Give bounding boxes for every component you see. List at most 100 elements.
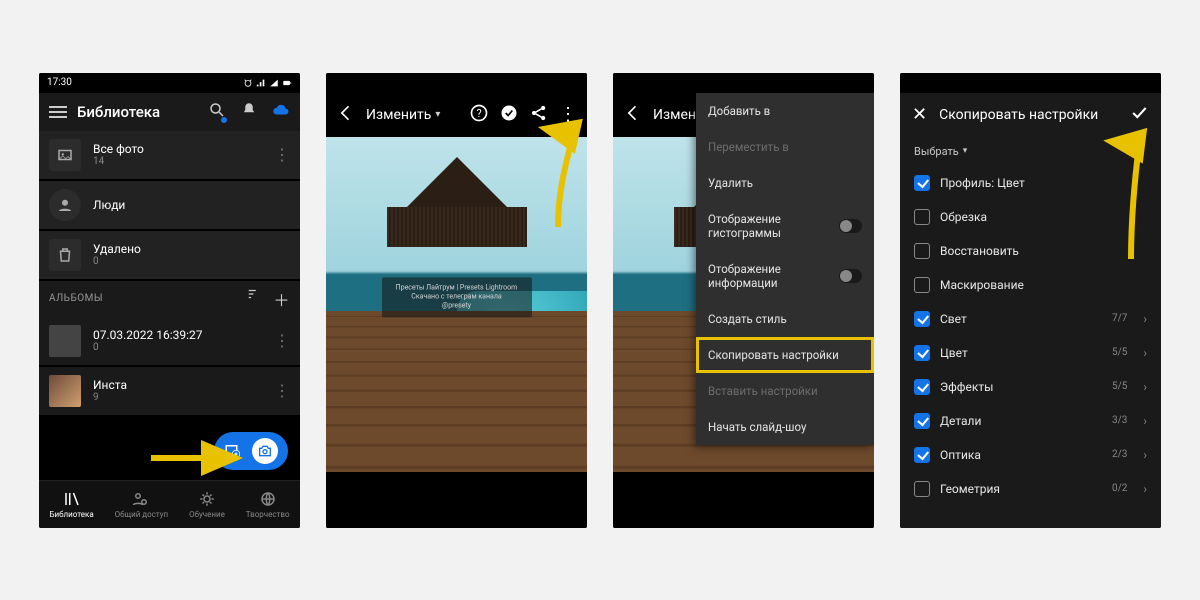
opt-mask[interactable]: Маскирование [900, 268, 1161, 302]
checkbox[interactable] [914, 243, 930, 259]
more-icon[interactable]: ⋮ [274, 389, 290, 393]
album-thumb [49, 325, 81, 357]
checkbox[interactable] [914, 345, 930, 361]
edit-toolbar [326, 472, 587, 528]
tab-shared[interactable]: Общий доступ [115, 490, 169, 519]
camera-icon[interactable] [252, 438, 278, 464]
bottom-tabs: Библиотека Общий доступ Обучение Творчес… [39, 480, 300, 528]
checkbox[interactable] [914, 277, 930, 293]
row-label: Все фото [93, 142, 262, 156]
opt-restore[interactable]: Восстановить [900, 234, 1161, 268]
context-menu: Добавить в Переместить в Удалить Отображ… [696, 93, 874, 445]
menu-add-to[interactable]: Добавить в [696, 93, 874, 129]
checkbox[interactable] [914, 413, 930, 429]
section-label: АЛЬБОМЫ [49, 293, 103, 304]
checkbox[interactable] [914, 311, 930, 327]
albums-header: АЛЬБОМЫ ＋ [39, 281, 300, 317]
more-icon[interactable]: ⋮ [559, 104, 577, 125]
screen-edit: Изменить ▾ ? ⋮ Пресеты Лайтрум | Presets… [326, 73, 587, 528]
screen-copy-settings: ✕ Скопировать настройки Выбрать ▾ Профил… [900, 73, 1161, 528]
screen-library: 17:30 Библиотека Все фо [39, 73, 300, 528]
bell-icon[interactable] [240, 101, 258, 122]
checkbox[interactable] [914, 175, 930, 191]
chevron-right-icon[interactable]: › [1143, 414, 1147, 428]
svg-text:?: ? [476, 107, 481, 120]
toggle-switch[interactable] [839, 219, 862, 233]
menu-delete[interactable]: Удалить [696, 165, 874, 201]
check-circle-icon[interactable] [499, 103, 519, 126]
chevron-right-icon[interactable]: › [1143, 448, 1147, 462]
help-icon[interactable]: ? [469, 103, 489, 126]
close-icon[interactable]: ✕ [912, 104, 927, 125]
menu-create-style[interactable]: Создать стиль [696, 301, 874, 337]
add-photo-fab[interactable] [214, 432, 288, 470]
toggle-switch[interactable] [839, 269, 862, 283]
chevron-right-icon[interactable]: › [1143, 380, 1147, 394]
menu-histogram[interactable]: Отображение гистограммы [696, 201, 874, 251]
alarm-icon [243, 78, 253, 88]
more-icon[interactable]: ⋮ [274, 339, 290, 343]
checkbox[interactable] [914, 481, 930, 497]
select-dropdown[interactable]: Выбрать ▾ [900, 137, 1161, 166]
trash-icon [49, 239, 81, 271]
import-icon [224, 442, 242, 460]
signal-icon [256, 78, 266, 88]
album-count: 9 [93, 392, 262, 403]
chevron-down-icon: ▾ [963, 146, 968, 156]
tab-learn[interactable]: Обучение [189, 490, 225, 519]
album-count: 0 [93, 342, 262, 353]
preview-image[interactable]: Пресеты Лайтрум | Presets Lightroom Скач… [326, 137, 587, 472]
opt-profile[interactable]: Профиль: Цвет [900, 166, 1161, 200]
page-title: Скопировать настройки [939, 107, 1117, 123]
back-icon[interactable] [623, 103, 643, 126]
edit-topbar: Изменить ▾ ? ⋮ [326, 93, 587, 137]
status-time: 17:30 [47, 77, 72, 88]
status-bar [900, 73, 1161, 93]
more-icon[interactable]: ⋮ [274, 153, 290, 157]
opt-crop[interactable]: Обрезка [900, 200, 1161, 234]
row-all-photos[interactable]: Все фото 14 ⋮ [39, 131, 300, 179]
edit-mode-dropdown[interactable]: Изменить ▾ [366, 107, 440, 123]
chevron-right-icon[interactable]: › [1143, 312, 1147, 326]
opt-effects[interactable]: Эффекты 5/5 › [900, 370, 1161, 404]
chevron-down-icon: ▾ [435, 109, 440, 120]
row-deleted[interactable]: Удалено 0 [39, 231, 300, 279]
menu-copy-settings[interactable]: Скопировать настройки [696, 337, 874, 373]
opt-geometry[interactable]: Геометрия 0/2 › [900, 472, 1161, 506]
album-thumb [49, 375, 81, 407]
back-icon[interactable] [336, 103, 356, 126]
chevron-right-icon[interactable]: › [1143, 346, 1147, 360]
album-row[interactable]: Инста 9 ⋮ [39, 367, 300, 415]
menu-icon[interactable] [49, 103, 67, 121]
cloud-icon[interactable] [272, 101, 290, 122]
album-row[interactable]: 07.03.2022 16:39:27 0 ⋮ [39, 317, 300, 365]
edit-toolbar [613, 472, 874, 528]
menu-move-to: Переместить в [696, 129, 874, 165]
tab-library[interactable]: Библиотека [49, 490, 93, 519]
library-topbar: Библиотека [39, 93, 300, 131]
row-count: 14 [93, 156, 262, 167]
checkbox[interactable] [914, 447, 930, 463]
signal-icon [269, 78, 279, 88]
menu-slideshow[interactable]: Начать слайд-шоу [696, 409, 874, 445]
checkbox[interactable] [914, 379, 930, 395]
checkbox[interactable] [914, 209, 930, 225]
search-icon[interactable] [208, 101, 226, 122]
row-people[interactable]: Люди [39, 181, 300, 229]
settings-options: Профиль: Цвет Обрезка Восстановить Маски… [900, 166, 1161, 506]
menu-info[interactable]: Отображение информации [696, 251, 874, 301]
opt-color[interactable]: Цвет 5/5 › [900, 336, 1161, 370]
album-title: 07.03.2022 16:39:27 [93, 328, 262, 342]
row-label: Удалено [93, 242, 290, 256]
opt-optics[interactable]: Оптика 2/3 › [900, 438, 1161, 472]
add-icon[interactable]: ＋ [273, 287, 290, 311]
photo-icon [49, 139, 81, 171]
share-icon[interactable] [529, 103, 549, 126]
confirm-icon[interactable] [1129, 103, 1149, 126]
sort-icon[interactable] [247, 287, 261, 311]
chevron-right-icon[interactable]: › [1143, 482, 1147, 496]
page-title: Библиотека [77, 103, 198, 121]
opt-light[interactable]: Свет 7/7 › [900, 302, 1161, 336]
tab-discover[interactable]: Творчество [246, 490, 290, 519]
opt-detail[interactable]: Детали 3/3 › [900, 404, 1161, 438]
